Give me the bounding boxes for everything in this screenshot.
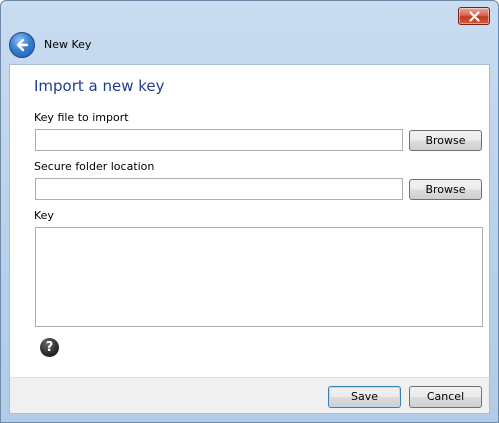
secure-folder-browse-button[interactable]: Browse — [409, 179, 482, 200]
key-file-input[interactable] — [35, 129, 403, 151]
key-textarea[interactable] — [35, 227, 483, 327]
close-button[interactable] — [458, 7, 490, 25]
dialog-footer: Save Cancel — [9, 377, 490, 414]
back-arrow-icon — [16, 38, 29, 52]
save-button[interactable]: Save — [328, 386, 401, 408]
dialog-window: New Key Import a new key Key file to imp… — [0, 0, 499, 423]
secure-folder-label: Secure folder location — [34, 160, 155, 173]
secure-folder-input[interactable] — [35, 178, 403, 200]
page-heading: Import a new key — [34, 77, 165, 95]
key-file-label: Key file to import — [34, 111, 129, 124]
key-file-browse-button[interactable]: Browse — [409, 130, 482, 151]
help-icon[interactable]: ? — [40, 338, 59, 357]
key-label: Key — [34, 209, 54, 222]
window-title: New Key — [44, 38, 92, 51]
close-icon — [469, 11, 480, 22]
back-button[interactable] — [9, 32, 35, 58]
cancel-button[interactable]: Cancel — [409, 386, 482, 408]
content-panel: Import a new key Key file to import Brow… — [9, 64, 490, 377]
